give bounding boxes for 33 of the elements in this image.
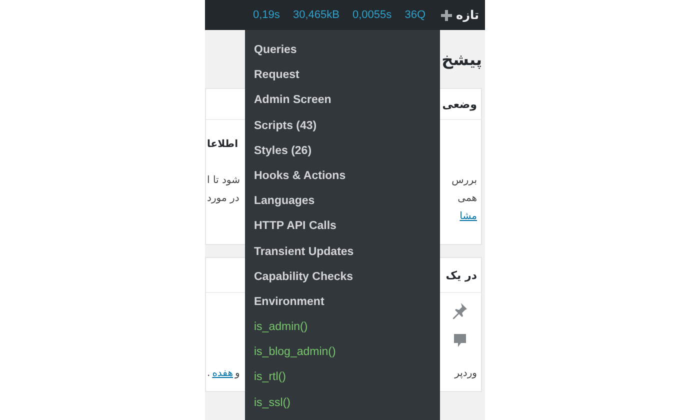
pin-icon <box>451 303 467 319</box>
menu-item[interactable]: is_rtl() <box>245 365 440 391</box>
text: همی <box>458 192 477 206</box>
text: در مورد <box>207 192 240 206</box>
page-title: پیشخ <box>442 50 482 68</box>
link[interactable]: هفده <box>212 365 234 383</box>
menu-item[interactable]: Transient Updates <box>245 240 440 265</box>
panel-title: وضعی <box>442 98 477 110</box>
text: . <box>207 367 210 381</box>
menu-item[interactable]: HTTP API Calls <box>245 214 440 240</box>
menu-item[interactable]: Environment <box>245 290 440 316</box>
stats-menu-item[interactable]: 0,19s 30,465kB 0,0055s 36Q <box>245 0 440 30</box>
text: اطلاعا <box>207 138 238 152</box>
menu-item[interactable]: is_blog_admin() <box>245 340 440 366</box>
text: و <box>235 367 240 381</box>
menu-item[interactable]: is_ssl() <box>245 390 440 416</box>
text: وردپر <box>454 367 477 381</box>
menu-item[interactable]: Styles (26) <box>245 138 440 164</box>
menu-item[interactable]: Queries <box>245 38 440 64</box>
link[interactable]: مشا <box>460 208 477 226</box>
menu-item[interactable]: Languages <box>245 189 440 214</box>
menu-item[interactable]: Request <box>245 63 440 88</box>
menu-item[interactable]: Hooks & Actions <box>245 164 440 190</box>
menu-item[interactable]: Scripts (43) <box>245 114 440 139</box>
text: بررس <box>452 174 477 188</box>
new-button[interactable]: تازه <box>438 8 481 22</box>
plus-icon <box>440 10 452 20</box>
menu-item[interactable]: is_admin() <box>245 315 440 340</box>
menu-item[interactable]: Admin Screen <box>245 88 440 114</box>
panel-title: در یک <box>446 268 477 282</box>
text: شود تا ا <box>207 174 240 188</box>
menu-item[interactable]: Capability Checks <box>245 264 440 290</box>
comment-bubble-icon <box>453 333 467 349</box>
